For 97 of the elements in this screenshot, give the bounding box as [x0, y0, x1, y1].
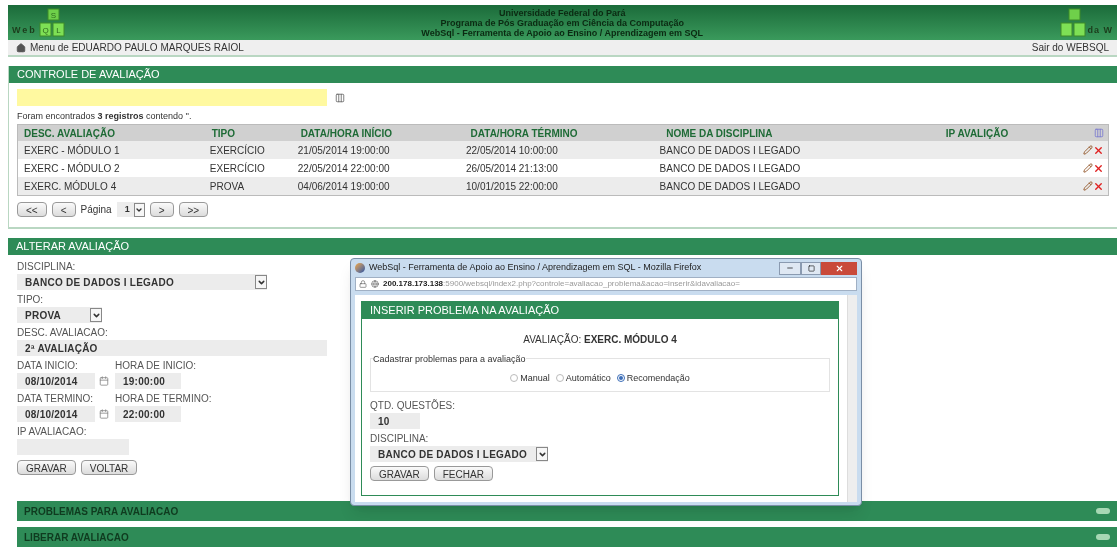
delete-icon[interactable]	[1093, 180, 1104, 192]
dropdown-icon	[536, 447, 548, 461]
form-button[interactable]: <	[51, 202, 76, 217]
browser-icon	[355, 263, 365, 273]
radio-option[interactable]: Manual	[510, 371, 550, 385]
column-header[interactable]: DATA/HORA INÍCIO	[300, 127, 393, 139]
table-cell: EXERC. MÓDULO 4	[24, 180, 117, 192]
page-label: Página	[80, 203, 112, 217]
table-cell: 04/06/2014 19:00:00	[297, 180, 390, 192]
select-field[interactable]: PROVA	[17, 307, 102, 323]
form-button[interactable]: GRAVAR	[370, 466, 429, 481]
table-cell: 22/05/2014 22:00:00	[297, 162, 390, 174]
field-label: DISCIPLINA:	[17, 261, 76, 273]
toggle-icon	[1096, 508, 1110, 514]
scrollbar[interactable]	[847, 295, 857, 502]
input-field[interactable]: 22:00:00	[115, 406, 181, 422]
evaluation-title: AVALIAÇÃO: EXERC. MÓDULO 4	[522, 332, 678, 347]
result-text: Foram encontrados 3 registros contendo ''.	[17, 110, 193, 122]
section-header: ALTERAR AVALIAÇÃO	[8, 238, 1117, 255]
field-label: DISCIPLINA:	[370, 433, 429, 445]
lock-icon	[359, 280, 367, 288]
home-icon	[16, 42, 26, 53]
field-label: DESC. AVALIACAO:	[17, 327, 108, 339]
dropdown-icon	[133, 202, 145, 217]
radio-option[interactable]: Automático	[555, 371, 611, 385]
form-button[interactable]: VOLTAR	[80, 460, 138, 475]
form-button[interactable]: >	[149, 202, 174, 217]
table-cell: EXERC - MÓDULO 2	[24, 162, 120, 174]
column-header[interactable]: IP AVALIÇÃO	[945, 127, 1009, 139]
globe-icon	[371, 280, 379, 288]
field-label: DATA TERMINO:	[17, 393, 94, 405]
table-cell: EXERCÍCIO	[209, 144, 265, 156]
section-header: INSERIR PROBLEMA NA AVALIAÇÃO	[362, 302, 838, 319]
edit-icon[interactable]	[1083, 162, 1093, 173]
toggle-icon	[1096, 534, 1110, 540]
dropdown-icon	[90, 308, 102, 322]
table-cell: BANCO DE DADOS I LEGADO	[659, 162, 801, 174]
form-button[interactable]: <<	[17, 202, 47, 217]
edit-icon[interactable]	[1083, 180, 1093, 191]
column-header[interactable]: TIPO	[211, 127, 236, 139]
logo-text: Web	[12, 24, 37, 37]
calendar-icon[interactable]	[99, 409, 109, 419]
delete-icon[interactable]	[1093, 162, 1104, 174]
page-select[interactable]: 1	[116, 202, 145, 217]
table-cell: 26/05/2014 21:13:00	[466, 162, 558, 174]
column-header[interactable]: NOME DA DISCIPLINA	[666, 127, 773, 139]
field-label: IP AVALIACAO:	[17, 426, 87, 438]
field-label: TIPO:	[17, 294, 44, 306]
radio-option[interactable]: Recomendação	[616, 371, 690, 385]
column-header[interactable]: DESC. AVALIAÇÃO	[24, 127, 115, 139]
field-label: DATA INICIO:	[17, 360, 78, 372]
table-cell: 21/05/2014 19:00:00	[297, 144, 390, 156]
table-cell: 10/01/2015 22:00:00	[466, 180, 558, 192]
input-field[interactable]: 2ª AVALIAÇÃO	[17, 340, 327, 356]
table-cell: BANCO DE DADOS I LEGADO	[659, 144, 801, 156]
search-field[interactable]	[17, 89, 327, 106]
logo-text: da W	[1087, 24, 1113, 37]
input-field[interactable]: 08/10/2014	[17, 373, 95, 389]
maximize-button[interactable]	[801, 261, 821, 275]
columns-icon[interactable]	[1094, 128, 1104, 138]
filter-icon[interactable]	[335, 92, 345, 103]
calendar-icon[interactable]	[99, 376, 109, 386]
field-label: HORA DE INICIO:	[115, 360, 197, 372]
maximize-icon	[807, 264, 815, 272]
table-cell: PROVA	[209, 180, 245, 192]
form-button[interactable]: >>	[178, 202, 209, 217]
delete-icon[interactable]	[1093, 144, 1104, 156]
select-field[interactable]: BANCO DE DADOS I LEGADO	[17, 274, 267, 290]
table-cell: 22/05/2014 10:00:00	[466, 144, 558, 156]
input-field[interactable]: 10	[370, 413, 420, 429]
field-label: HORA DE TERMINO:	[115, 393, 212, 405]
form-button[interactable]: FECHAR	[433, 466, 493, 481]
logout-link[interactable]: Sair do WEBSQL	[1031, 40, 1109, 55]
form-button[interactable]: GRAVAR	[17, 460, 76, 475]
cubes-logo-icon	[1057, 7, 1088, 38]
header-title: WebSql - Ferramenta de Apoio ao Ensino / Aprendizagem em SQL	[421, 27, 704, 38]
minimize-icon	[786, 264, 794, 272]
header-title: Universidade Federal do Pará	[498, 7, 626, 18]
select-field[interactable]: BANCO DE DADOS I LEGADO	[370, 446, 548, 462]
fieldset-legend: Cadastrar problemas para a avaliação	[373, 353, 526, 367]
window-title: WebSql - Ferramenta de Apoio ao Ensino / Aprendizagem em SQL - Mozilla Firefox	[369, 261, 702, 275]
minimize-button[interactable]	[779, 261, 801, 275]
table-cell: EXERC - MÓDULO 1	[24, 144, 120, 156]
table-cell: BANCO DE DADOS I LEGADO	[659, 180, 801, 192]
user-menu-link[interactable]: Menu de EDUARDO PAULO MARQUES RAIOL	[30, 40, 244, 55]
close-icon	[834, 263, 844, 273]
table-cell: EXERCÍCIO	[209, 162, 265, 174]
dropdown-icon	[255, 275, 267, 289]
input-field[interactable]: 19:00:00	[115, 373, 181, 389]
section-header: CONTROLE DE AVALIAÇÃO	[9, 66, 1117, 83]
edit-icon[interactable]	[1083, 144, 1093, 155]
header-title: Programa de Pós Graduação em Ciência da Computação	[440, 17, 684, 28]
field-label: QTD. QUESTÕES:	[370, 400, 455, 412]
input-field[interactable]: 08/10/2014	[17, 406, 95, 422]
close-button[interactable]	[821, 261, 857, 275]
column-header[interactable]: DATA/HORA TÉRMINO	[470, 127, 578, 139]
address-bar[interactable]: 200.178.173.138:5900/websql/index2.php?controle=avaliacao_problema&acao=inserir&idavaliacao=	[355, 277, 857, 291]
